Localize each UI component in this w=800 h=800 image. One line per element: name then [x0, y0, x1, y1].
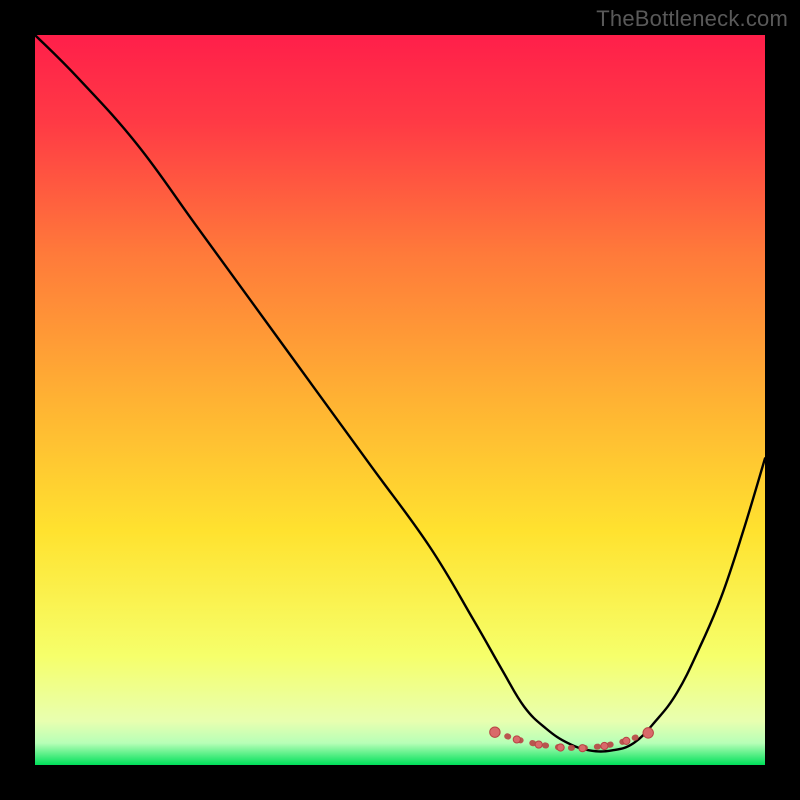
- optimal-marker: [535, 741, 542, 748]
- optimal-marker: [513, 736, 520, 743]
- optimal-marker: [490, 727, 500, 737]
- chart-frame: TheBottleneck.com: [0, 0, 800, 800]
- bottleneck-chart: [35, 35, 765, 765]
- optimal-marker: [643, 728, 653, 738]
- optimal-marker: [557, 744, 564, 751]
- watermark-text: TheBottleneck.com: [596, 6, 788, 32]
- optimal-marker: [579, 745, 586, 752]
- optimal-marker: [623, 737, 630, 744]
- gradient-bg: [35, 35, 765, 765]
- optimal-marker: [601, 742, 608, 749]
- plot-area: [35, 35, 765, 765]
